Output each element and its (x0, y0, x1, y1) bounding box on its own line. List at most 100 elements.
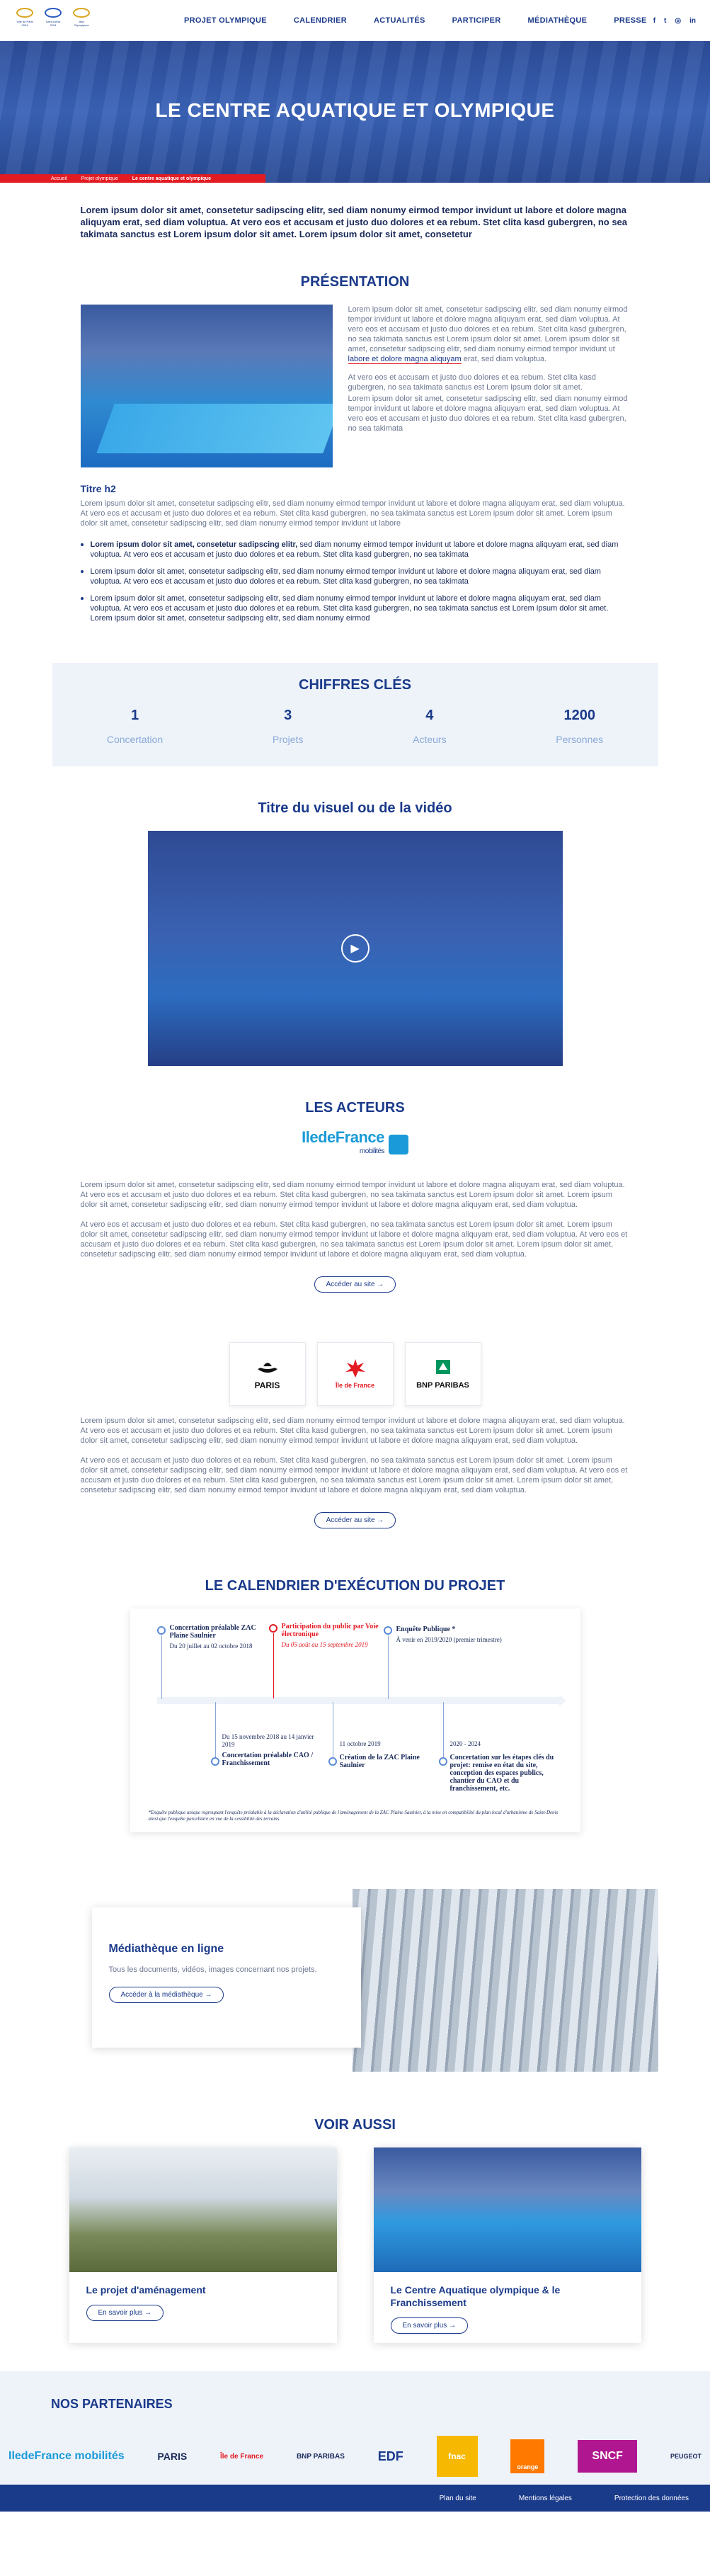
visit-site-button-2[interactable]: Accéder au site → (314, 1512, 396, 1528)
idf-star-icon (345, 1359, 365, 1378)
timeline-axis (156, 1695, 566, 1706)
section-title-presentation: PRÉSENTATION (300, 274, 410, 290)
timeline-event: Participation du public par Voie électro… (281, 1623, 379, 1648)
partner-logo-peugeot[interactable]: PEUGEOT (670, 2453, 702, 2460)
newspapers-image (352, 1889, 658, 2072)
timeline-pin[interactable] (328, 1757, 337, 1766)
nav-presse[interactable]: PRESSE (614, 16, 646, 25)
related-cards: Le projet d'aménagement En savoir plus →… (0, 2147, 710, 2343)
linkedin-icon[interactable]: in (689, 17, 696, 25)
key-figure: 4 Acteurs (413, 708, 447, 745)
timeline-pin-active[interactable] (268, 1624, 277, 1633)
timeline-pin[interactable] (438, 1757, 447, 1766)
nav-projet-olympique[interactable]: PROJET OLYMPIQUE (184, 16, 267, 25)
video-player[interactable]: ▶ (147, 831, 563, 1066)
list-item: Lorem ipsum dolor sit amet, consetetur s… (80, 594, 630, 623)
bullet-list: Lorem ipsum dolor sit amet, consetetur s… (80, 540, 630, 623)
subtitle-text: Lorem ipsum dolor sit amet, consetetur s… (80, 499, 625, 528)
section-title-calendar: LE CALENDRIER D'EXÉCUTION DU PROJET (205, 1578, 505, 1594)
key-figures-section: CHIFFRES CLÉS 1 Concertation 3 Projets 4 Ac… (52, 663, 658, 766)
partner-logo-idf-mobilites[interactable]: IledeFrance mobilités (8, 2450, 125, 2463)
tile-ile-de-france[interactable]: Île de France (316, 1342, 394, 1406)
section-title-chiffres: CHIFFRES CLÉS (299, 677, 411, 693)
related-card-title: Le projet d'aménagement (86, 2284, 206, 2296)
partner-logo-orange[interactable]: orange (510, 2439, 545, 2473)
header-logos: Ville de Paris 2024 Saint-Denis 2024 Jeu… (14, 8, 142, 33)
acteurs-paragraph-1: Lorem ipsum dolor sit amet, consetetur s… (80, 1181, 625, 1209)
breadcrumb-projet[interactable]: Projet olympique (81, 176, 118, 181)
timeline-event: 11 octobre 2019 Création de la ZAC Plain… (339, 1740, 420, 1769)
acteurs-paragraph-2: At vero eos et accusam et justo duo dolo… (80, 1220, 628, 1259)
facebook-icon[interactable]: f (653, 17, 655, 25)
key-figure: 3 Projets (272, 708, 304, 745)
learn-more-button[interactable]: En savoir plus → (86, 2305, 164, 2321)
idf-mobilites-logo: IledeFrance mobilités (81, 1130, 630, 1159)
related-card-image (69, 2147, 337, 2272)
mediatheque-section: Médiathèque en ligne Tous les documents,… (52, 1889, 658, 2072)
section-title-partenaires: NOS PARTENAIRES (51, 2397, 173, 2411)
main-nav: PROJET OLYMPIQUE CALENDRIER ACTUALITÉS P… (184, 16, 653, 25)
subtitle-h2: Titre h2 (80, 483, 116, 494)
presentation-block: Lorem ipsum dolor sit amet, consetetur s… (80, 305, 630, 467)
intro-text: Lorem ipsum dolor sit amet, consetetur s… (80, 205, 628, 239)
section-title-video: Titre du visuel ou de la vidéo (258, 800, 452, 816)
mediatheque-text: Tous les documents, vidéos, images conce… (108, 1965, 317, 1974)
breadcrumb-current: Le centre aquatique et olympique (132, 176, 211, 181)
site-header: Ville de Paris 2024 Saint-Denis 2024 Jeu… (0, 0, 710, 41)
partner-logo-ile-de-france[interactable]: Île de France (220, 2453, 263, 2461)
nav-participer[interactable]: PARTICIPER (452, 16, 501, 25)
logo-paris-2024[interactable]: Ville de Paris 2024 (14, 8, 35, 33)
timeline-event: Concertation préalable ZAC Plaine Saulni… (169, 1624, 256, 1650)
nav-mediatheque[interactable]: MÉDIATHÈQUE (527, 16, 587, 25)
timeline-event: Enquête Publique * À venir en 2019/2020 … (396, 1625, 502, 1643)
play-icon[interactable]: ▶ (340, 934, 370, 963)
timeline-event: 2020 - 2024 Concertation sur les étapes … (450, 1740, 554, 1793)
related-card[interactable]: Le projet d'aménagement En savoir plus → (69, 2147, 337, 2343)
paris-ship-icon (257, 1363, 277, 1373)
twitter-icon[interactable]: t (664, 17, 666, 25)
timeline-pin[interactable] (156, 1626, 166, 1635)
mediatheque-card: Médiathèque en ligne Tous les documents,… (91, 1907, 361, 2048)
related-card[interactable]: Le Centre Aquatique olympique & le Franc… (373, 2147, 641, 2343)
tile-paris[interactable]: PARIS (229, 1342, 306, 1406)
presentation-paragraph-1: Lorem ipsum dolor sit amet, consetetur s… (348, 305, 628, 364)
list-item: Lorem ipsum dolor sit amet, consetetur s… (80, 540, 630, 560)
social-links: f t ◎ in (653, 17, 696, 25)
logo-jeux-olympiques[interactable]: Jeux Olympiques (71, 8, 92, 33)
nav-actualites[interactable]: ACTUALITÉS (374, 16, 425, 25)
partner-logo-bnp-paribas[interactable]: BNP PARIBAS (297, 2453, 345, 2461)
footer-link-mentions[interactable]: Mentions légales (519, 2495, 572, 2502)
mediatheque-button[interactable]: Accéder à la médiathèque → (108, 1987, 224, 2003)
acteurs-paragraph-4: At vero eos et accusam et justo duo dolo… (80, 1456, 628, 1494)
partner-logo-sncf[interactable]: SNCF (578, 2440, 638, 2473)
footer-link-plan[interactable]: Plan du site (440, 2495, 476, 2502)
key-figure: 1200 Personnes (556, 708, 604, 745)
presentation-paragraph-3: Lorem ipsum dolor sit amet, consetetur s… (348, 395, 628, 433)
logo-saint-denis[interactable]: Saint-Denis 2024 (42, 8, 64, 33)
footer-link-donnees[interactable]: Protection des données (614, 2495, 689, 2502)
nav-calendrier[interactable]: CALENDRIER (294, 16, 347, 25)
idf-mobilites-icon (388, 1135, 408, 1154)
timeline-pin[interactable] (383, 1626, 392, 1635)
page-title: LE CENTRE AQUATIQUE ET OLYMPIQUE (155, 99, 555, 121)
presentation-text: Lorem ipsum dolor sit amet, consetetur s… (348, 305, 630, 467)
instagram-icon[interactable]: ◎ (675, 17, 681, 25)
partner-logo-fnac[interactable]: fnac (436, 2436, 478, 2477)
partner-logo-paris[interactable]: PARIS (157, 2451, 187, 2462)
tile-bnp-paribas[interactable]: BNP PARIBAS (404, 1342, 481, 1406)
bnp-stars-icon (435, 1360, 450, 1374)
mediatheque-title: Médiathèque en ligne (108, 1943, 224, 1955)
learn-more-button[interactable]: En savoir plus → (390, 2317, 469, 2334)
key-figure: 1 Concertation (106, 708, 164, 745)
timeline-event: Du 15 novembre 2018 au 14 janvier 2019 C… (222, 1733, 314, 1767)
related-card-image (373, 2147, 641, 2272)
calendar-footnote: *Enquête publique unique regroupant l'en… (148, 1810, 559, 1822)
hero-banner: LE CENTRE AQUATIQUE ET OLYMPIQUE Accueil… (0, 41, 710, 183)
visit-site-button[interactable]: Accéder au site → (314, 1276, 396, 1293)
timeline-pin[interactable] (210, 1757, 219, 1766)
breadcrumb-accueil[interactable]: Accueil (51, 176, 67, 181)
site-footer: Plan du site Mentions légales Protection… (0, 2485, 710, 2512)
inline-link[interactable]: labore et dolore magna aliquyam (348, 355, 462, 364)
related-card-title: Le Centre Aquatique olympique & le Franc… (390, 2284, 561, 2308)
partner-logo-edf[interactable]: EDF (378, 2449, 403, 2464)
